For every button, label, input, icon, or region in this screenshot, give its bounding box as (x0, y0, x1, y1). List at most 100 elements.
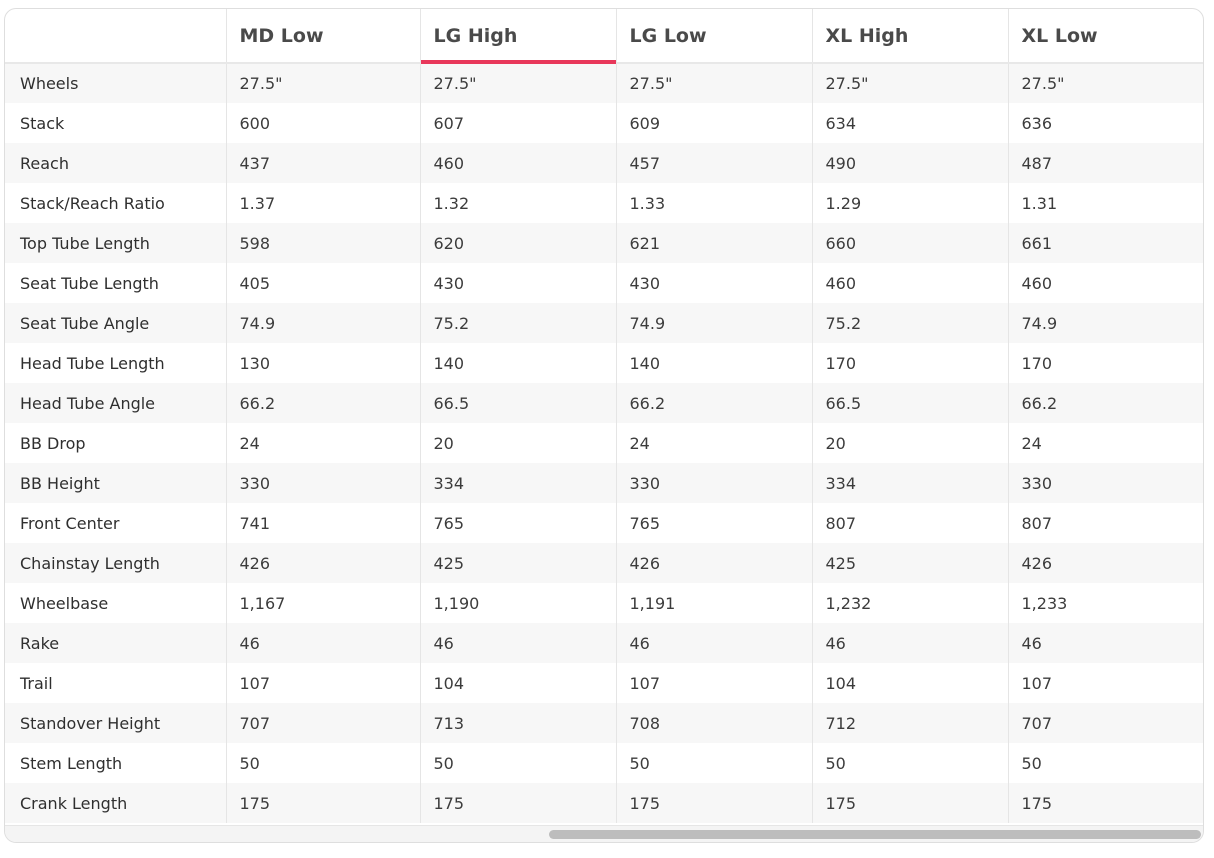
column-header-lg-low[interactable]: LG Low (616, 9, 813, 64)
table-row: Reach 437 460 457 490 487 (5, 143, 1203, 183)
header-corner (5, 9, 227, 64)
table-cell: 140 (420, 343, 617, 383)
table-cell: 741 (226, 503, 421, 543)
table-cell: 807 (812, 503, 1009, 543)
table-cell: 74.9 (616, 303, 813, 343)
table-cell: 490 (812, 143, 1009, 183)
table-cell: 46 (420, 623, 617, 663)
table-cell: 1.31 (1008, 183, 1203, 223)
table-cell: 24 (1008, 423, 1203, 463)
table-row: BB Height 330 334 330 334 330 (5, 463, 1203, 503)
table-cell: 175 (616, 783, 813, 823)
row-label: Front Center (5, 503, 227, 543)
table-cell: 634 (812, 103, 1009, 143)
table-row: Head Tube Angle 66.2 66.5 66.2 66.5 66.2 (5, 383, 1203, 423)
table-cell: 75.2 (812, 303, 1009, 343)
column-header-xl-low[interactable]: XL Low (1008, 9, 1203, 64)
table-cell: 50 (812, 743, 1009, 783)
table-cell: 24 (616, 423, 813, 463)
table-cell: 46 (226, 623, 421, 663)
table-row: Stem Length 50 50 50 50 50 (5, 743, 1203, 783)
table-cell: 140 (616, 343, 813, 383)
column-header-lg-high[interactable]: LG High (420, 9, 617, 64)
row-label: Rake (5, 623, 227, 663)
table-cell: 27.5" (812, 63, 1009, 103)
table-cell: 609 (616, 103, 813, 143)
table-cell: 1.33 (616, 183, 813, 223)
row-label: Chainstay Length (5, 543, 227, 583)
table-row: Front Center 741 765 765 807 807 (5, 503, 1203, 543)
table-cell: 600 (226, 103, 421, 143)
table-cell: 460 (420, 143, 617, 183)
table-row: Standover Height 707 713 708 712 707 (5, 703, 1203, 743)
table-cell: 334 (420, 463, 617, 503)
geometry-table: MD Low LG High LG Low XL High XL Low Whe… (5, 9, 1203, 823)
table-body: Wheels 27.5" 27.5" 27.5" 27.5" 27.5" Stack 600 6… (5, 63, 1203, 823)
table-cell: 660 (812, 223, 1009, 263)
table-cell: 330 (226, 463, 421, 503)
table-cell: 661 (1008, 223, 1203, 263)
row-label: Seat Tube Length (5, 263, 227, 303)
scrollbar-thumb[interactable] (549, 830, 1201, 839)
table-cell: 46 (616, 623, 813, 663)
row-label: Head Tube Length (5, 343, 227, 383)
table-cell: 50 (1008, 743, 1203, 783)
table-cell: 765 (420, 503, 617, 543)
table-cell: 1.32 (420, 183, 617, 223)
row-label: Head Tube Angle (5, 383, 227, 423)
table-row: Stack 600 607 609 634 636 (5, 103, 1203, 143)
row-label: Stack (5, 103, 227, 143)
table-cell: 50 (420, 743, 617, 783)
table-cell: 437 (226, 143, 421, 183)
table-cell: 707 (1008, 703, 1203, 743)
table-cell: 1.29 (812, 183, 1009, 223)
table-cell: 460 (1008, 263, 1203, 303)
table-cell: 104 (812, 663, 1009, 703)
table-row: Seat Tube Angle 74.9 75.2 74.9 75.2 74.9 (5, 303, 1203, 343)
table-row: Crank Length 175 175 175 175 175 (5, 783, 1203, 823)
table-cell: 27.5" (1008, 63, 1203, 103)
table-cell: 607 (420, 103, 617, 143)
table-row: Wheels 27.5" 27.5" 27.5" 27.5" 27.5" (5, 63, 1203, 103)
table-cell: 175 (1008, 783, 1203, 823)
table-cell: 107 (1008, 663, 1203, 703)
table-cell: 430 (616, 263, 813, 303)
table-cell: 74.9 (226, 303, 421, 343)
row-label: Trail (5, 663, 227, 703)
table-cell: 621 (616, 223, 813, 263)
table-cell: 20 (420, 423, 617, 463)
table-cell: 175 (420, 783, 617, 823)
table-cell: 170 (1008, 343, 1203, 383)
table-cell: 27.5" (616, 63, 813, 103)
table-cell: 807 (1008, 503, 1203, 543)
row-label: Wheelbase (5, 583, 227, 623)
table-cell: 1.37 (226, 183, 421, 223)
table-cell: 175 (226, 783, 421, 823)
row-label: Reach (5, 143, 227, 183)
table-cell: 334 (812, 463, 1009, 503)
table-cell: 598 (226, 223, 421, 263)
column-header-xl-high[interactable]: XL High (812, 9, 1009, 64)
table-cell: 46 (1008, 623, 1203, 663)
table-cell: 430 (420, 263, 617, 303)
table-cell: 50 (226, 743, 421, 783)
table-cell: 130 (226, 343, 421, 383)
table-cell: 330 (616, 463, 813, 503)
table-row: Trail 107 104 107 104 107 (5, 663, 1203, 703)
table-cell: 104 (420, 663, 617, 703)
table-row: Chainstay Length 426 425 426 425 426 (5, 543, 1203, 583)
table-cell: 170 (812, 343, 1009, 383)
table-cell: 46 (812, 623, 1009, 663)
horizontal-scrollbar[interactable] (5, 825, 1203, 842)
table-cell: 330 (1008, 463, 1203, 503)
table-cell: 66.2 (616, 383, 813, 423)
table-row: Wheelbase 1,167 1,190 1,191 1,232 1,233 (5, 583, 1203, 623)
table-cell: 707 (226, 703, 421, 743)
table-cell: 24 (226, 423, 421, 463)
column-header-md-low[interactable]: MD Low (226, 9, 421, 64)
table-cell: 66.5 (420, 383, 617, 423)
table-cell: 75.2 (420, 303, 617, 343)
table-cell: 708 (616, 703, 813, 743)
table-cell: 27.5" (420, 63, 617, 103)
header-row: MD Low LG High LG Low XL High XL Low (5, 9, 1203, 64)
